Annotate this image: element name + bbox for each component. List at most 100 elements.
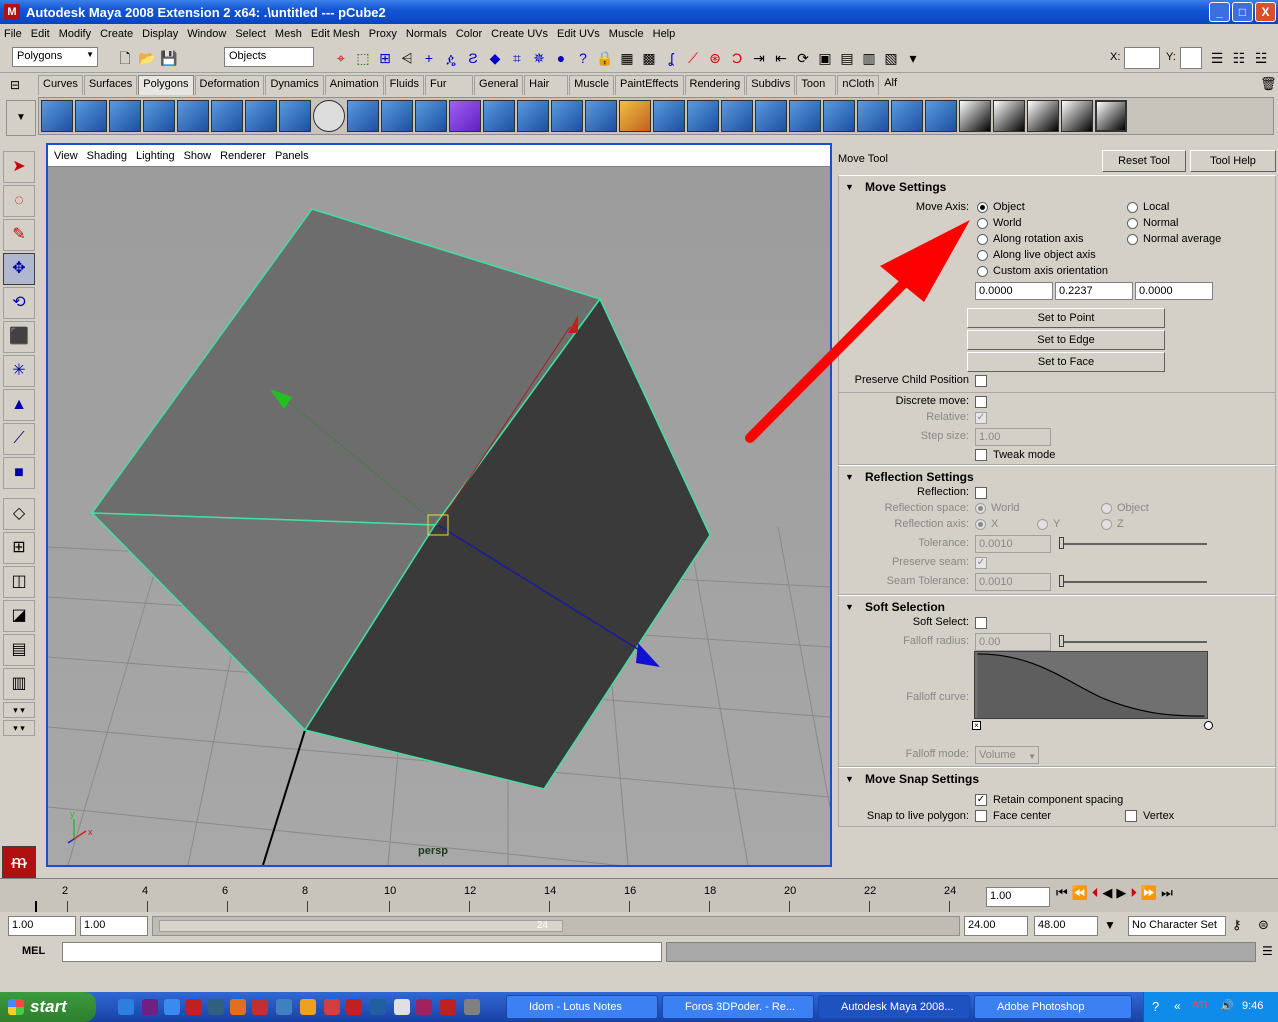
construction-history-icon[interactable]: ⟳ xyxy=(792,47,814,69)
shelf-tab-deformation[interactable]: Deformation xyxy=(194,75,265,95)
extrude-icon[interactable] xyxy=(483,100,515,132)
split-polygon-icon[interactable] xyxy=(585,100,617,132)
menu-color[interactable]: Color xyxy=(456,28,482,40)
help-icon[interactable]: ? xyxy=(1152,999,1159,1014)
seam-tolerance-slider[interactable] xyxy=(1059,581,1207,583)
hypershade-layout-icon[interactable]: ▤ xyxy=(3,634,35,666)
menu-window[interactable]: Window xyxy=(187,28,226,40)
viewport-menu-renderer[interactable]: Renderer xyxy=(220,150,266,162)
firefox-icon[interactable] xyxy=(230,999,246,1015)
lasso-tool-icon[interactable]: ◌ xyxy=(3,185,35,217)
go-to-end-icon[interactable]: ⏭ xyxy=(1161,885,1173,901)
move-tool-icon[interactable]: ✥ xyxy=(3,253,35,285)
shelf-tab-polygons[interactable]: Polygons xyxy=(138,75,194,95)
premiere-icon[interactable] xyxy=(142,999,158,1015)
taskbar-item-maya[interactable]: Autodesk Maya 2008... xyxy=(818,995,970,1019)
snap-view-icon[interactable]: ⊛ xyxy=(704,47,726,69)
axis-x-field[interactable]: 0.0000 xyxy=(975,282,1053,300)
seam-tolerance-slider-handle[interactable] xyxy=(1059,575,1064,587)
magnet-icon[interactable]: Ͻ xyxy=(726,47,748,69)
channel-box-icon[interactable]: ☳ xyxy=(1250,47,1272,69)
end-time-field[interactable]: 48.00 xyxy=(1034,916,1098,936)
shelf-tab-hair[interactable]: Hair xyxy=(524,75,569,95)
render-frame-icon[interactable]: ▤ xyxy=(836,47,858,69)
shelf-tab-animation[interactable]: Animation xyxy=(324,75,384,95)
curve-icon[interactable]: Ƨ xyxy=(462,47,484,69)
playback-end-field[interactable]: 24.00 xyxy=(964,916,1028,936)
paint-select-tool-icon[interactable]: ✎ xyxy=(3,219,35,251)
set-to-point-button[interactable]: Set to Point xyxy=(967,308,1165,328)
save-scene-icon[interactable]: 💾 xyxy=(158,47,180,69)
volume-icon[interactable]: 🔊 xyxy=(1220,999,1234,1012)
scale-tool-icon[interactable]: ⬛ xyxy=(3,321,35,353)
soft-modification-icon[interactable]: ▲ xyxy=(3,389,35,421)
falloff-curve-graph[interactable] xyxy=(974,651,1208,719)
curve-end-key-icon[interactable] xyxy=(1204,721,1213,730)
app-icon[interactable] xyxy=(300,999,316,1015)
shelf-tab-ncloth[interactable]: nCloth xyxy=(837,75,880,95)
shelf-options-button[interactable]: ▼ xyxy=(6,100,36,136)
axis-local-radio[interactable] xyxy=(1127,202,1138,213)
tolerance-slider-handle[interactable] xyxy=(1059,537,1064,549)
step-forward-frame-icon[interactable]: ⏩ xyxy=(1141,885,1157,901)
step-forward-key-icon[interactable]: ⏵ xyxy=(1130,885,1137,901)
reflection-checkbox[interactable] xyxy=(975,487,987,499)
app-icon[interactable] xyxy=(464,999,480,1015)
collapse-triangle-icon[interactable]: ▼ xyxy=(845,602,854,612)
poly-cylinder-icon[interactable] xyxy=(109,100,141,132)
shelf-tab-muscle[interactable]: Muscle xyxy=(569,75,614,95)
shelf-tab-curves[interactable]: Curves xyxy=(38,75,83,95)
range-slider[interactable]: 24 xyxy=(152,916,960,936)
shelf-tab-dynamics[interactable]: Dynamics xyxy=(265,75,324,95)
layout-dropdown-icon[interactable]: ▾ ▾ xyxy=(3,702,35,718)
viewport-menu-view[interactable]: View xyxy=(54,150,78,162)
poly-torus-icon[interactable] xyxy=(211,100,243,132)
menu-normals[interactable]: Normals xyxy=(406,28,447,40)
render-settings-icon[interactable]: ▧ xyxy=(880,47,902,69)
menu-mesh[interactable]: Mesh xyxy=(275,28,302,40)
animation-preferences-icon[interactable]: ⊜ xyxy=(1258,917,1269,933)
persp-graph-hypergraph-icon[interactable]: ▥ xyxy=(3,668,35,700)
maximize-button[interactable]: □ xyxy=(1232,2,1253,22)
viewport-menu-show[interactable]: Show xyxy=(184,150,212,162)
poly-helix-icon[interactable] xyxy=(313,100,345,132)
highlight-icon[interactable]: ▦ xyxy=(616,47,638,69)
append-icon[interactable] xyxy=(551,100,583,132)
falloff-radius-slider[interactable] xyxy=(1059,641,1207,643)
shelf-tab-alf[interactable]: Alf xyxy=(880,75,901,95)
app-icon[interactable] xyxy=(370,999,386,1015)
go-to-start-icon[interactable]: ⏮ xyxy=(1056,885,1068,901)
app-icon[interactable] xyxy=(394,999,410,1015)
taskbar-item-lotus-notes[interactable]: Idom - Lotus Notes xyxy=(506,995,658,1019)
collapse-triangle-icon[interactable]: ▼ xyxy=(845,182,854,192)
app-icon[interactable] xyxy=(440,999,456,1015)
filter-icon[interactable]: ⩤ xyxy=(396,47,418,69)
time-slider[interactable]: 2 4 6 8 10 12 14 16 18 20 22 24 1.00 ⏮ ⏪… xyxy=(0,878,1278,913)
mel-command-input[interactable] xyxy=(62,942,662,962)
script-editor-icon[interactable]: ☰ xyxy=(1262,944,1273,958)
menu-display[interactable]: Display xyxy=(142,28,178,40)
start-time-field[interactable]: 1.00 xyxy=(8,916,76,936)
playback-start-field[interactable]: 1.00 xyxy=(80,916,148,936)
checker-map-icon[interactable] xyxy=(959,100,991,132)
single-perspective-layout-icon[interactable]: ◇ xyxy=(3,498,35,530)
select-tool-icon[interactable]: ➤ xyxy=(3,151,35,183)
attribute-editor-icon[interactable]: ☰ xyxy=(1206,47,1228,69)
mel-label[interactable]: MEL xyxy=(22,945,45,957)
ipr-render-icon[interactable]: ▥ xyxy=(858,47,880,69)
separate-icon[interactable] xyxy=(381,100,413,132)
menu-modify[interactable]: Modify xyxy=(59,28,91,40)
viewport-canvas[interactable]: y x xyxy=(48,167,830,865)
set-to-edge-button[interactable]: Set to Edge xyxy=(967,330,1165,350)
plus-icon[interactable]: + xyxy=(418,47,440,69)
poke-icon[interactable] xyxy=(857,100,889,132)
automatic-mapping-icon[interactable] xyxy=(1027,100,1059,132)
axis-normal-radio[interactable] xyxy=(1127,218,1138,229)
play-forwards-icon[interactable]: ▶ xyxy=(1116,885,1126,901)
ati-icon[interactable]: ATI xyxy=(1192,1000,1207,1011)
shelf-tab-toon[interactable]: Toon xyxy=(796,75,837,95)
new-scene-icon[interactable]: 🗋 xyxy=(114,47,136,69)
render-view-icon[interactable]: ▣ xyxy=(814,47,836,69)
combine-icon[interactable] xyxy=(347,100,379,132)
menu-help[interactable]: Help xyxy=(653,28,676,40)
